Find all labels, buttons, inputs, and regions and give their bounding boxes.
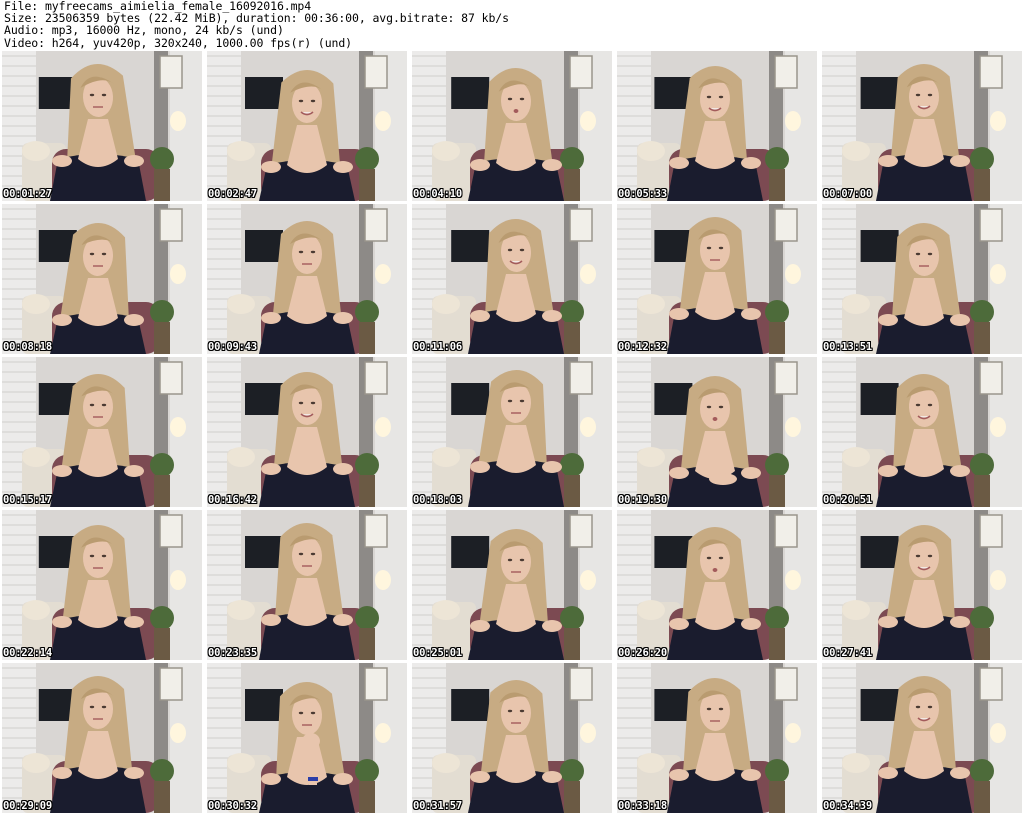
tv-screen [451, 230, 490, 262]
video-frame-thumbnail: 00:26:20 [617, 510, 817, 660]
frame-scene-image [617, 51, 817, 201]
video-frame-thumbnail: 00:12:32 [617, 204, 817, 354]
frame-timestamp: 00:34:39 [823, 800, 872, 812]
tv-screen [654, 689, 693, 721]
frame-timestamp: 00:01:27 [3, 188, 52, 200]
frame-timestamp: 00:13:51 [823, 341, 872, 353]
frame-scene-image [207, 357, 407, 507]
tv-screen [451, 536, 490, 568]
tv-screen [860, 689, 899, 721]
video-frame-thumbnail: 00:23:35 [207, 510, 407, 660]
video-frame-thumbnail: 00:04:10 [412, 51, 612, 201]
frame-timestamp: 00:08:18 [3, 341, 52, 353]
video-frame-thumbnail: 00:07:00 [822, 51, 1022, 201]
video-frame-thumbnail: 00:15:17 [2, 357, 202, 507]
frame-timestamp: 00:11:06 [413, 341, 462, 353]
tv-screen [654, 536, 693, 568]
tv-screen [860, 383, 899, 415]
video-frame-thumbnail: 00:02:47 [207, 51, 407, 201]
frame-timestamp: 00:19:30 [618, 494, 667, 506]
file-info-header: File: myfreecams_aimielia_female_1609201… [4, 0, 1020, 50]
tv-screen [245, 689, 283, 721]
frame-timestamp: 00:20:51 [823, 494, 872, 506]
frame-scene-image [412, 51, 612, 201]
tv-screen [451, 689, 490, 721]
frame-scene-image [2, 663, 202, 813]
tv-screen [860, 77, 899, 109]
video-frame-thumbnail: 00:27:41 [822, 510, 1022, 660]
video-info-line: Video: h264, yuv420p, 320x240, 1000.00 f… [4, 35, 353, 50]
tv-screen [245, 536, 283, 568]
tv-screen [245, 383, 283, 415]
frame-timestamp: 00:27:41 [823, 647, 872, 659]
frame-scene-image [412, 204, 612, 354]
video-frame-thumbnail: 00:08:18 [2, 204, 202, 354]
frame-timestamp: 00:33:18 [618, 800, 667, 812]
frame-scene-image [207, 204, 407, 354]
frame-scene-image [822, 510, 1022, 660]
audio-info-line: Audio: mp3, 16000 Hz, mono, 24 kb/s (und… [4, 23, 284, 38]
frame-timestamp: 00:16:42 [208, 494, 257, 506]
tv-screen [245, 230, 283, 262]
frame-timestamp: 00:15:17 [3, 494, 52, 506]
frame-scene-image [822, 204, 1022, 354]
tv-screen [860, 536, 899, 568]
frame-scene-image [207, 663, 407, 813]
frame-timestamp: 00:09:43 [208, 341, 257, 353]
frame-timestamp: 00:18:03 [413, 494, 462, 506]
video-frame-thumbnail: 00:11:06 [412, 204, 612, 354]
tv-screen [245, 77, 283, 109]
frame-timestamp: 00:22:14 [3, 647, 52, 659]
frame-scene-image [617, 663, 817, 813]
video-frame-thumbnail: 00:29:09 [2, 663, 202, 813]
thumbnail-grid: 00:01:27 00:02:47 00:04:10 00:05:33 00:07:00… [2, 51, 1022, 813]
video-frame-thumbnail: 00:13:51 [822, 204, 1022, 354]
video-frame-thumbnail: 00:20:51 [822, 357, 1022, 507]
frame-scene-image [2, 357, 202, 507]
frame-scene-image [2, 204, 202, 354]
frame-timestamp: 00:12:32 [618, 341, 667, 353]
frame-scene-image [822, 663, 1022, 813]
frame-timestamp: 00:30:32 [208, 800, 257, 812]
frame-timestamp: 00:26:20 [618, 647, 667, 659]
video-frame-thumbnail: 00:19:30 [617, 357, 817, 507]
frame-timestamp: 00:23:35 [208, 647, 257, 659]
video-frame-thumbnail: 00:33:18 [617, 663, 817, 813]
frame-scene-image [207, 51, 407, 201]
frame-timestamp: 00:31:57 [413, 800, 462, 812]
tv-screen [451, 383, 490, 415]
frame-scene-image [2, 51, 202, 201]
frame-timestamp: 00:02:47 [208, 188, 257, 200]
frame-scene-image [412, 357, 612, 507]
frame-timestamp: 00:04:10 [413, 188, 462, 200]
tv-screen [860, 230, 899, 262]
frame-scene-image [207, 510, 407, 660]
frame-timestamp: 00:29:09 [3, 800, 52, 812]
frame-scene-image [617, 357, 817, 507]
frame-scene-image [822, 51, 1022, 201]
frame-scene-image [822, 357, 1022, 507]
frame-scene-image [412, 510, 612, 660]
video-frame-thumbnail: 00:22:14 [2, 510, 202, 660]
frame-scene-image [617, 204, 817, 354]
frame-timestamp: 00:25:01 [413, 647, 462, 659]
video-frame-thumbnail: 00:01:27 [2, 51, 202, 201]
video-frame-thumbnail: 00:25:01 [412, 510, 612, 660]
video-frame-thumbnail: 00:09:43 [207, 204, 407, 354]
frame-timestamp: 00:05:33 [618, 188, 667, 200]
tv-screen [654, 383, 693, 415]
video-frame-thumbnail: 00:30:32 [207, 663, 407, 813]
video-frame-thumbnail: 00:18:03 [412, 357, 612, 507]
video-frame-thumbnail: 00:16:42 [207, 357, 407, 507]
video-frame-thumbnail: 00:05:33 [617, 51, 817, 201]
frame-scene-image [617, 510, 817, 660]
video-frame-thumbnail: 00:34:39 [822, 663, 1022, 813]
tv-screen [451, 77, 490, 109]
frame-scene-image [412, 663, 612, 813]
frame-scene-image [2, 510, 202, 660]
video-frame-thumbnail: 00:31:57 [412, 663, 612, 813]
frame-timestamp: 00:07:00 [823, 188, 872, 200]
